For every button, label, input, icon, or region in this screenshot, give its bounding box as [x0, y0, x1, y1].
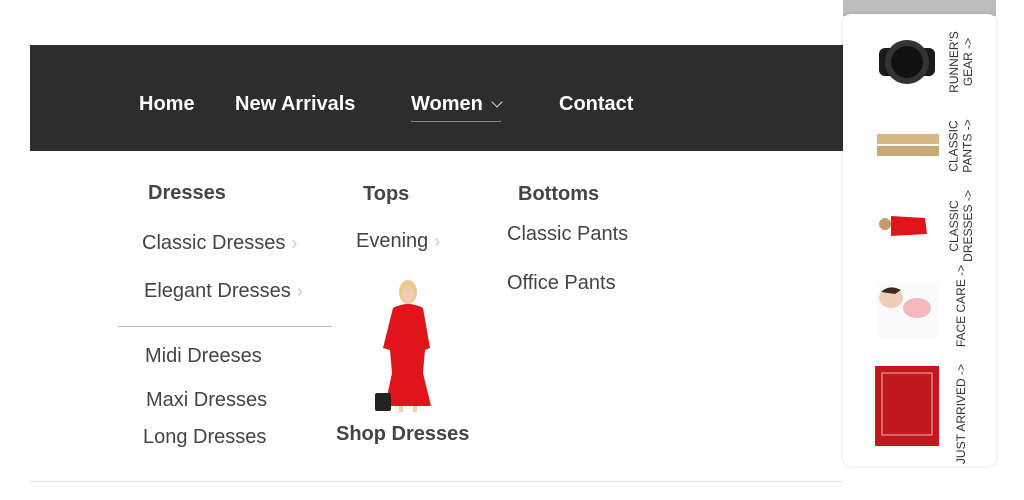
dress-icon — [879, 216, 927, 236]
bottoms-heading: Bottoms — [518, 183, 600, 205]
label: Elegant Dresses — [144, 280, 291, 302]
dress-model-image[interactable] — [375, 278, 437, 413]
sidebar-item-classic-pants[interactable]: CLASSIC PANTS -> — [873, 106, 983, 186]
menu-item-evening[interactable]: Evening › — [356, 230, 440, 253]
main-nav: Home New Arrivals Women Contact — [30, 45, 843, 151]
sidebar-label: CLASSIC PANTS -> — [947, 119, 975, 173]
chevron-right-icon: › — [291, 233, 298, 253]
menu-item-midi[interactable]: Midi Dreeses — [145, 345, 262, 368]
chevron-right-icon: › — [296, 281, 303, 301]
watch-icon — [879, 40, 935, 84]
menu-item-classic-dresses[interactable]: Classic Dresses › — [142, 232, 297, 255]
sidebar-item-classic-dresses[interactable]: CLASSIC DRESSES -> — [873, 186, 983, 266]
pants-icon — [877, 134, 939, 156]
sidebar-label: JUST ARRIVED -> — [954, 363, 969, 464]
category-sidebar: RUNNER'S GEAR -> CLASSIC PANTS -> CLASSI… — [843, 14, 996, 466]
shop-dresses-link[interactable]: Shop Dresses — [336, 423, 469, 446]
sidebar-item-face-care[interactable]: FACE CARE -> — [873, 264, 983, 348]
sidebar-label: CLASSIC DRESSES -> — [947, 190, 976, 262]
menu-item-office-pants[interactable]: Office Pants — [507, 272, 616, 295]
chevron-right-icon: › — [434, 231, 441, 251]
nav-home[interactable]: Home — [139, 93, 195, 116]
sidebar-label: FACE CARE -> — [954, 264, 969, 348]
menu-item-maxi[interactable]: Maxi Dresses — [146, 389, 267, 412]
label: Classic Dresses — [142, 232, 286, 254]
dresses-heading: Dresses — [148, 182, 226, 204]
divider — [118, 326, 332, 327]
face-icon — [877, 284, 939, 338]
nav-contact[interactable]: Contact — [559, 93, 633, 116]
tops-heading: Tops — [363, 183, 410, 205]
chevron-down-icon — [491, 96, 503, 108]
sidebar-item-just-arrived[interactable]: JUST ARRIVED -> — [873, 363, 983, 464]
new-arrival-banner-icon — [875, 366, 939, 446]
nav-new-arrivals[interactable]: New Arrivals — [235, 93, 355, 116]
sidebar-item-runners-gear[interactable]: RUNNER'S GEAR -> — [873, 22, 983, 102]
nav-women-label: Women — [411, 93, 483, 115]
sidebar-label: RUNNER'S GEAR -> — [947, 31, 976, 93]
menu-item-long[interactable]: Long Dresses — [143, 426, 266, 449]
label: Evening — [356, 230, 429, 252]
menu-item-elegant-dresses[interactable]: Elegant Dresses › — [144, 280, 303, 303]
divider — [30, 481, 843, 482]
nav-women[interactable]: Women — [411, 93, 503, 122]
menu-item-classic-pants[interactable]: Classic Pants — [507, 223, 628, 246]
